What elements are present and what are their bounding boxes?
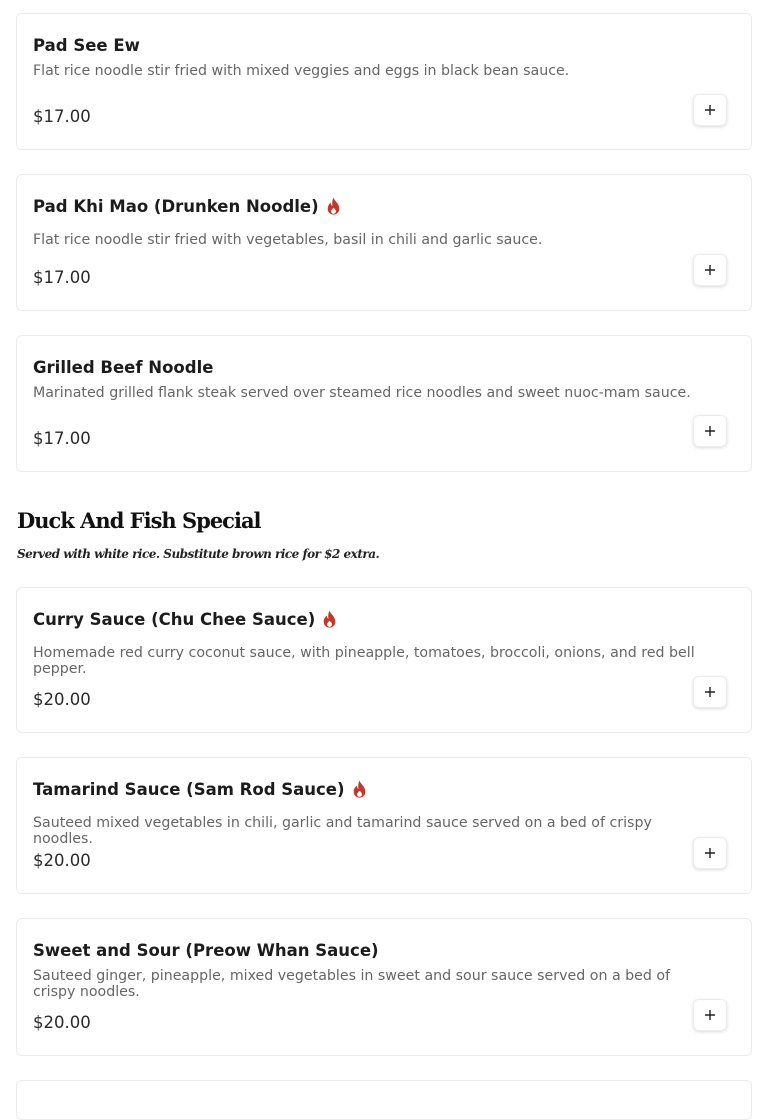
item-description: Sauteed mixed vegetables in chili, garli…	[33, 815, 652, 847]
item-name: Curry Sauce (Chu Chee Sauce)	[33, 610, 337, 629]
item-price: $17.00	[33, 107, 91, 126]
add-item-button[interactable]	[693, 94, 727, 126]
menu-item-card[interactable]: Curry Sauce (Chu Chee Sauce) Homemade re…	[16, 587, 752, 733]
plus-icon	[705, 426, 715, 436]
item-description: Flat rice noodle stir fried with vegetab…	[33, 232, 543, 248]
item-description: Sauteed ginger, pineapple, mixed vegetab…	[33, 968, 671, 1000]
item-description: Marinated grilled flank steak served ove…	[33, 385, 691, 401]
item-name: Grilled Beef Noodle	[33, 358, 214, 377]
add-item-button[interactable]	[693, 676, 727, 708]
fire-icon	[352, 780, 367, 799]
menu-item-card[interactable]: Tamarind Sauce (Sam Rod Sauce) Sauteed m…	[16, 757, 752, 894]
section-title: Duck And Fish Special	[17, 508, 262, 533]
add-item-button[interactable]	[693, 837, 727, 869]
menu-item-card[interactable]: Pad See Ew Flat rice noodle stir fried w…	[16, 13, 752, 150]
item-name: Pad Khi Mao (Drunken Noodle)	[33, 197, 341, 216]
item-description: Flat rice noodle stir fried with mixed v…	[33, 63, 570, 79]
item-price: $20.00	[33, 851, 91, 870]
item-price: $20.00	[33, 690, 91, 709]
plus-icon	[705, 105, 715, 115]
item-price: $17.00	[33, 429, 91, 448]
add-item-button[interactable]	[693, 999, 727, 1031]
plus-icon	[705, 1010, 715, 1020]
section-subtitle: Served with white rice. Substitute brown…	[17, 547, 380, 561]
add-item-button[interactable]	[693, 254, 727, 286]
fire-icon	[326, 197, 341, 216]
fire-icon	[322, 610, 337, 629]
add-item-button[interactable]	[693, 415, 727, 447]
plus-icon	[705, 265, 715, 275]
plus-icon	[705, 848, 715, 858]
menu-item-card[interactable]: Pad Khi Mao (Drunken Noodle) Flat rice n…	[16, 174, 752, 311]
item-price: $17.00	[33, 268, 91, 287]
menu-item-card[interactable]: Sweet and Sour (Preow Whan Sauce) Sautee…	[16, 918, 752, 1056]
plus-icon	[705, 687, 715, 697]
item-name: Tamarind Sauce (Sam Rod Sauce)	[33, 780, 367, 799]
item-price: $20.00	[33, 1013, 91, 1032]
menu-item-card[interactable]	[16, 1080, 752, 1120]
item-description: Homemade red curry coconut sauce, with p…	[33, 645, 695, 677]
menu-item-card[interactable]: Grilled Beef Noodle Marinated grilled fl…	[16, 335, 752, 472]
item-name: Sweet and Sour (Preow Whan Sauce)	[33, 941, 379, 960]
item-name: Pad See Ew	[33, 36, 140, 55]
